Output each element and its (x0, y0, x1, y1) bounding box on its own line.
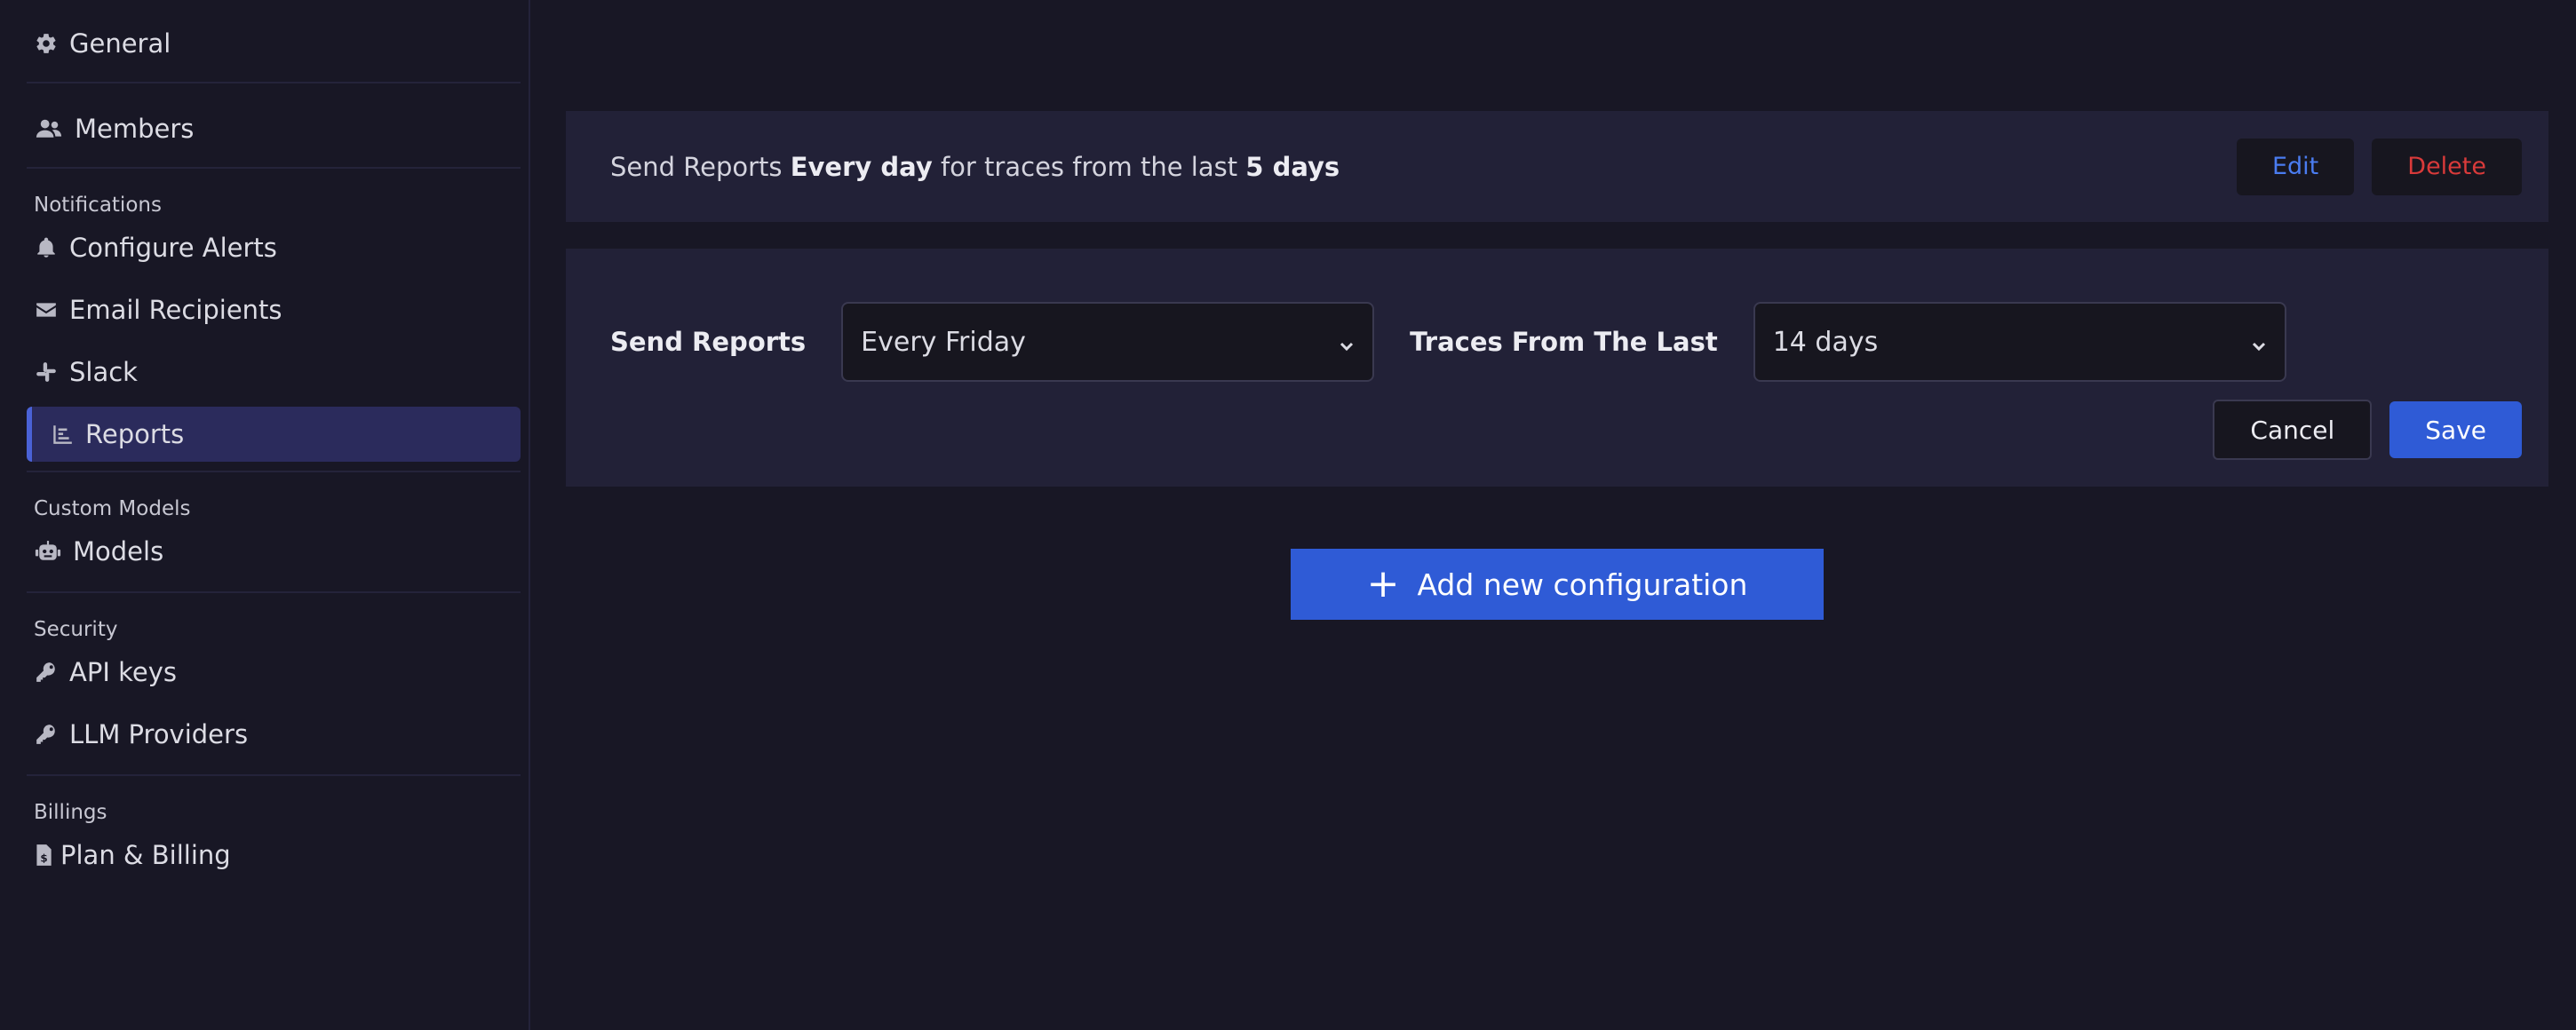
chevron-down-icon (1337, 332, 1356, 352)
sidebar-item-label: API keys (69, 657, 177, 687)
form-row: Send Reports Every Friday Traces From Th… (610, 302, 2522, 382)
add-button-label: Add new configuration (1417, 566, 1748, 602)
chart-icon (50, 422, 75, 447)
summary-range: 5 days (1245, 151, 1340, 182)
users-icon (34, 116, 64, 141)
sidebar-item-label: LLM Providers (69, 719, 249, 749)
bell-icon (34, 235, 59, 260)
delete-button[interactable]: Delete (2372, 138, 2522, 195)
main-content: Send Reports Every day for traces from t… (530, 0, 2576, 1030)
save-button[interactable]: Save (2389, 401, 2522, 458)
app: General Members Notifications Configure … (0, 0, 2576, 1030)
sidebar-item-label: General (69, 28, 171, 59)
traces-range-select[interactable]: 14 days (1753, 302, 2286, 382)
slack-icon (34, 360, 59, 384)
send-reports-select[interactable]: Every Friday (841, 302, 1375, 382)
section-label-notifications: Notifications (34, 194, 162, 217)
report-summary-text: Send Reports Every day for traces from t… (610, 152, 1340, 182)
traces-range-value: 14 days (1772, 326, 1879, 358)
sidebar-item-label: Configure Alerts (69, 233, 277, 263)
form-actions: Cancel Save (2213, 400, 2522, 460)
add-new-configuration-button[interactable]: + Add new configuration (1291, 549, 1824, 620)
sidebar-item-llm-providers[interactable]: LLM Providers (27, 703, 520, 765)
divider (27, 167, 521, 169)
summary-prefix: Send Reports (610, 151, 783, 182)
robot-icon (34, 539, 62, 564)
summary-frequency: Every day (790, 151, 933, 182)
sidebar-item-general[interactable]: General (27, 0, 520, 87)
sidebar-item-label: Models (73, 536, 164, 566)
divider (27, 774, 521, 776)
summary-actions: Edit Delete (2236, 138, 2522, 195)
report-config-form: Send Reports Every Friday Traces From Th… (566, 249, 2548, 487)
sidebar-item-reports[interactable]: Reports (27, 407, 521, 462)
chevron-down-icon (2249, 332, 2269, 352)
sidebar-item-label: Email Recipients (69, 295, 282, 325)
sidebar-item-label: Plan & Billing (60, 840, 231, 870)
gear-icon (34, 31, 59, 56)
traces-label: Traces From The Last (1410, 327, 1718, 357)
cancel-button[interactable]: Cancel (2213, 400, 2373, 460)
sidebar-item-email-recipients[interactable]: Email Recipients (27, 279, 520, 341)
key-icon (34, 660, 59, 685)
section-label-security: Security (34, 618, 118, 641)
send-reports-value: Every Friday (861, 326, 1026, 358)
sidebar-item-label: Slack (69, 357, 138, 387)
key-icon (34, 722, 59, 747)
sidebar-item-plan-billing[interactable]: $ Plan & Billing (27, 824, 520, 886)
edit-button[interactable]: Edit (2236, 138, 2355, 195)
section-label-custom-models: Custom Models (34, 497, 191, 520)
divider (27, 591, 521, 593)
summary-middle: for traces from the last (940, 151, 1238, 182)
envelope-icon (34, 297, 59, 322)
sidebar-item-api-keys[interactable]: API keys (27, 641, 520, 703)
svg-text:$: $ (40, 852, 47, 865)
add-config-wrap: + Add new configuration (566, 549, 2548, 620)
divider (27, 471, 521, 472)
sidebar: General Members Notifications Configure … (0, 0, 530, 1030)
sidebar-item-members[interactable]: Members (27, 92, 520, 165)
sidebar-item-slack[interactable]: Slack (27, 341, 520, 403)
sidebar-item-configure-alerts[interactable]: Configure Alerts (27, 217, 520, 279)
sidebar-item-label: Reports (85, 419, 185, 449)
plus-icon: + (1366, 561, 1400, 606)
report-summary-card: Send Reports Every day for traces from t… (566, 111, 2548, 222)
billing-icon: $ (34, 843, 53, 868)
sidebar-item-label: Members (75, 114, 195, 144)
send-reports-label: Send Reports (610, 327, 807, 357)
section-label-billings: Billings (34, 801, 107, 824)
sidebar-item-models[interactable]: Models (27, 520, 520, 582)
